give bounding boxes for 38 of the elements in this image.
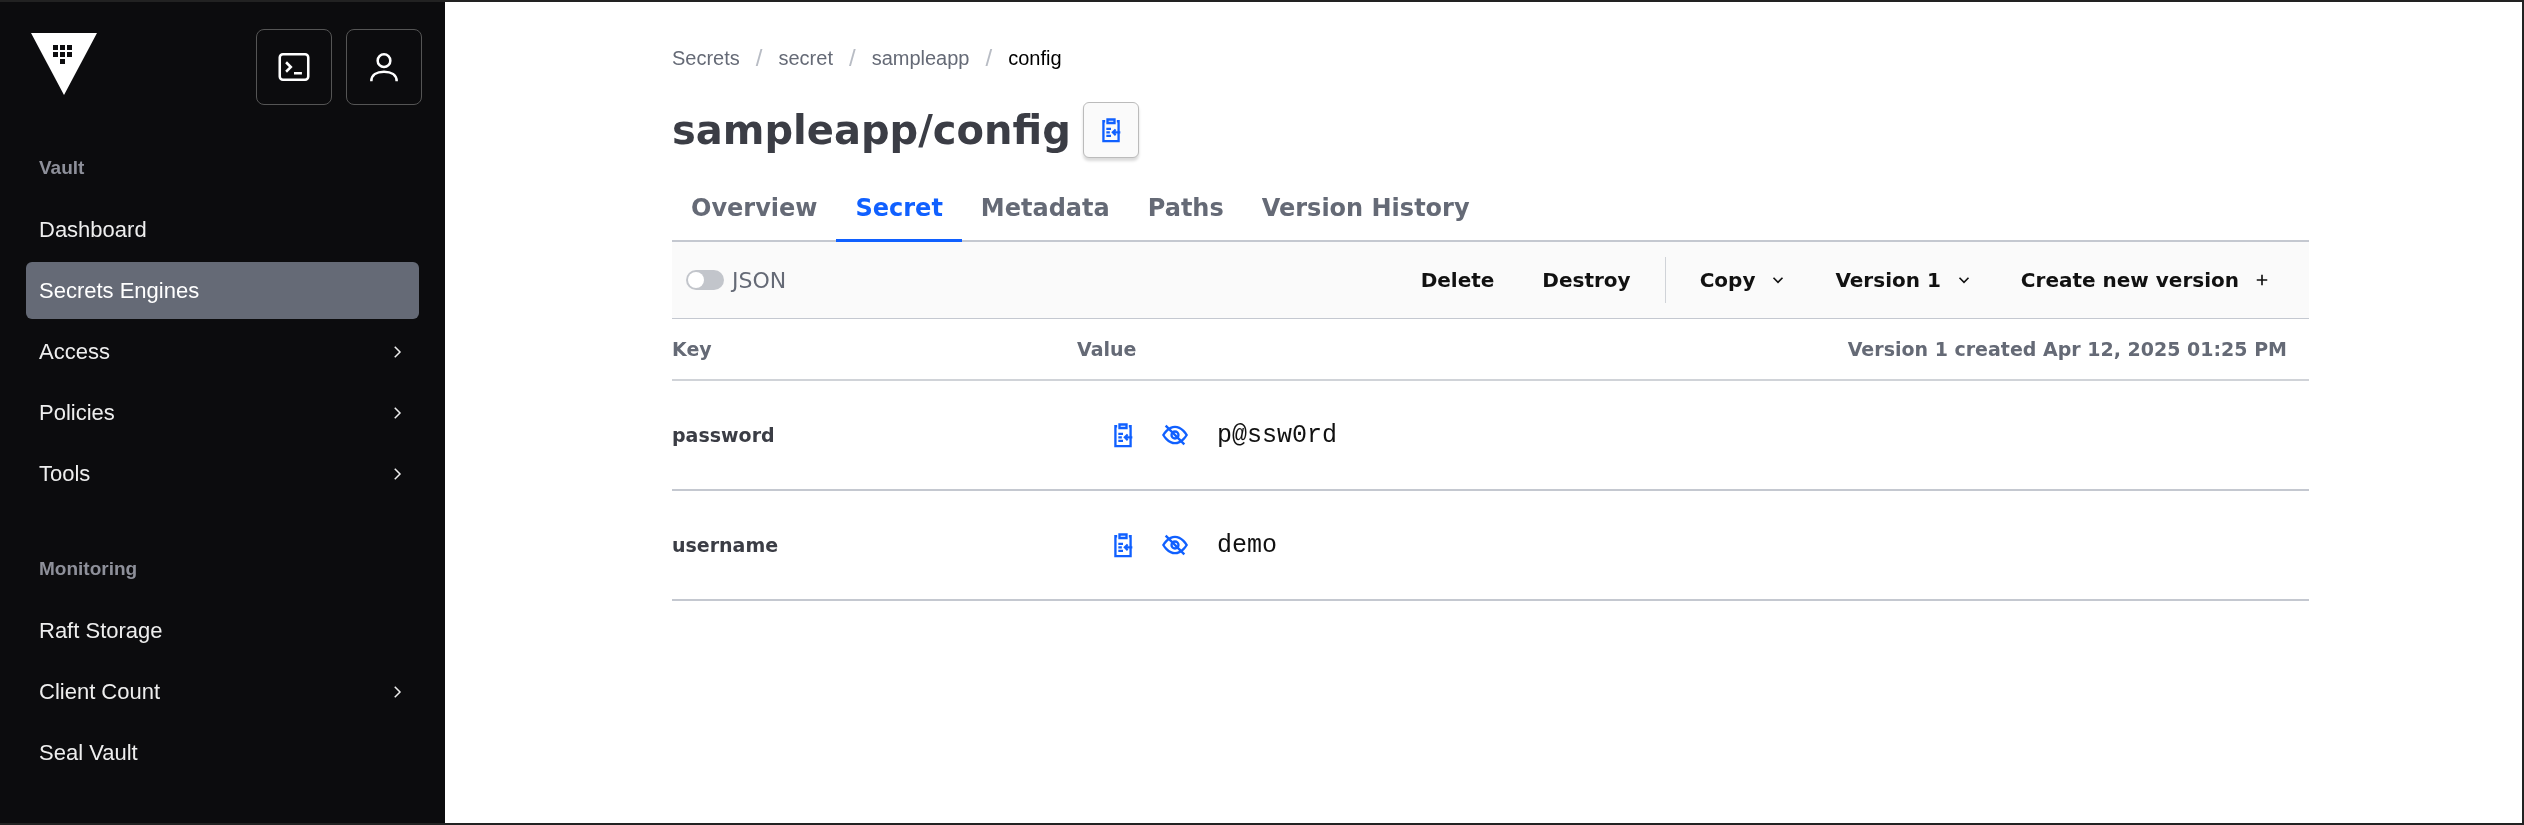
- tab[interactable]: Overview: [672, 184, 837, 242]
- section-heading: Monitoring: [38, 557, 139, 581]
- dropdown-button[interactable]: Copy: [1675, 258, 1812, 302]
- tab[interactable]: Paths: [1128, 184, 1243, 242]
- dropdown-button[interactable]: Version 1: [1811, 258, 1997, 302]
- breadcrumb-separator: /: [985, 44, 993, 72]
- breadcrumb-separator: /: [848, 44, 856, 72]
- console-button[interactable]: [256, 29, 332, 105]
- toggle-label: JSON: [732, 267, 787, 293]
- breadcrumb-link[interactable]: sampleapp: [871, 46, 970, 70]
- column-header: Value: [1077, 338, 1138, 360]
- nav-item[interactable]: Dashboard: [26, 201, 419, 258]
- section-heading: Vault: [38, 156, 86, 180]
- create-button[interactable]: Create new version: [1996, 258, 2295, 302]
- key-cell-text: username: [672, 534, 780, 556]
- breadcrumb-separator: /: [755, 44, 763, 72]
- copy-button[interactable]: [1082, 102, 1139, 158]
- action-button[interactable]: Destroy: [1518, 258, 1655, 302]
- nav-item[interactable]: Policies: [26, 384, 419, 441]
- tab[interactable]: Version History: [1242, 184, 1489, 242]
- nav-item[interactable]: Tools: [26, 445, 419, 502]
- breadcrumb-link[interactable]: Secrets: [672, 46, 740, 70]
- version-info: Version 1 created Apr 12, 2025 01:25 PM: [1847, 338, 2288, 360]
- value-cell: p@ssw0rd: [1217, 420, 1338, 450]
- nav-item[interactable]: Access: [26, 323, 419, 380]
- key-cell-text: password: [672, 424, 776, 446]
- column-header: Key: [672, 338, 713, 360]
- value-cell: demo: [1217, 530, 1277, 560]
- nav-item[interactable]: Secrets Engines: [26, 262, 419, 319]
- user-menu-button[interactable]: [346, 29, 422, 105]
- tab[interactable]: Metadata: [961, 184, 1129, 242]
- toggle-switch[interactable]: [686, 270, 724, 290]
- page-title: sampleapp/config: [672, 107, 1071, 153]
- nav-item[interactable]: Seal Vault: [26, 724, 419, 781]
- nav-item[interactable]: Client Count: [26, 663, 419, 720]
- action-button[interactable]: Delete: [1396, 258, 1519, 302]
- breadcrumb-link[interactable]: secret: [778, 46, 833, 70]
- nav-item[interactable]: Raft Storage: [26, 602, 419, 659]
